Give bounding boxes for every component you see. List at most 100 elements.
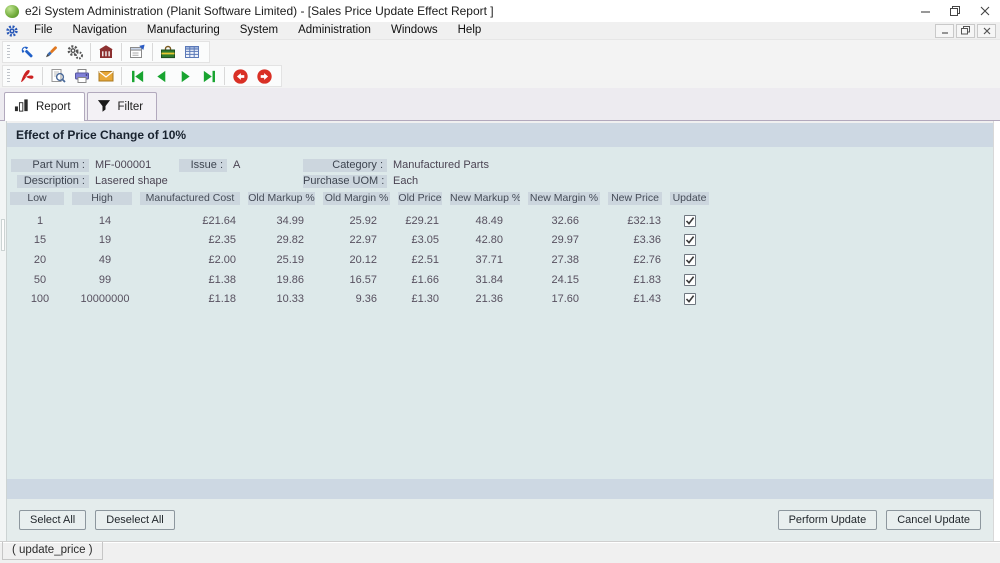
next-record-icon[interactable] <box>173 66 197 86</box>
cell-new-price: £1.43 <box>607 293 669 305</box>
gear-icon[interactable] <box>0 24 24 38</box>
report-title: Effect of Price Change of 10% <box>7 123 993 147</box>
perform-update-button[interactable]: Perform Update <box>778 510 878 530</box>
menu-bar: File Navigation Manufacturing System Adm… <box>0 22 1000 40</box>
toolbar-gripper[interactable] <box>7 69 10 84</box>
menu-administration[interactable]: Administration <box>288 22 381 39</box>
cell-low: 50 <box>9 274 71 286</box>
email-icon[interactable] <box>94 66 118 86</box>
cell-manufactured-cost: £2.00 <box>139 254 247 266</box>
toolbar-gripper[interactable] <box>7 45 10 60</box>
cell-new-margin: 27.38 <box>527 254 607 266</box>
update-checkbox[interactable] <box>684 215 696 227</box>
splitter-grip[interactable] <box>1 219 5 251</box>
close-button[interactable] <box>970 0 1000 22</box>
menu-manufacturing[interactable]: Manufacturing <box>137 22 230 39</box>
cell-old-margin: 16.57 <box>322 274 397 286</box>
back-icon[interactable] <box>228 66 252 86</box>
funnel-icon <box>96 98 112 116</box>
column-header-new-margin: New Margin % <box>528 192 600 205</box>
window-controls <box>910 0 1000 22</box>
bar-chart-icon <box>13 98 30 116</box>
field-value-description: Lasered shape <box>95 175 168 188</box>
first-record-icon[interactable] <box>125 66 149 86</box>
cancel-update-button[interactable]: Cancel Update <box>886 510 981 530</box>
pdf-export-icon[interactable] <box>15 66 39 86</box>
toolbar-separator <box>121 67 122 85</box>
table-header-row: Low High Manufactured Cost Old Markup % … <box>9 192 713 205</box>
menu-windows[interactable]: Windows <box>381 22 448 39</box>
field-value-category: Manufactured Parts <box>393 159 489 172</box>
select-all-button[interactable]: Select All <box>19 510 86 530</box>
cell-old-margin: 25.92 <box>322 215 397 227</box>
column-header-old-margin: Old Margin % <box>323 192 390 205</box>
update-checkbox[interactable] <box>684 293 696 305</box>
cell-old-markup: 25.19 <box>247 254 322 266</box>
toolbox-icon[interactable] <box>156 42 180 62</box>
right-gutter <box>993 121 1000 541</box>
cell-low: 1 <box>9 215 71 227</box>
tab-report[interactable]: Report <box>4 92 85 120</box>
mdi-restore-button[interactable] <box>956 24 975 38</box>
mdi-minimize-button[interactable] <box>935 24 954 38</box>
deselect-all-button[interactable]: Deselect All <box>95 510 174 530</box>
cell-update <box>669 274 711 286</box>
form-arrow-icon[interactable] <box>125 42 149 62</box>
column-header-low: Low <box>10 192 64 205</box>
minimize-button[interactable] <box>910 0 940 22</box>
table-grid-icon[interactable] <box>180 42 204 62</box>
menu-file[interactable]: File <box>24 22 63 39</box>
table-row: 100 10000000 £1.18 10.33 9.36 £1.30 21.3… <box>9 289 713 309</box>
field-value-part-num: MF-000001 <box>95 159 151 172</box>
table-row: 20 49 £2.00 25.19 20.12 £2.51 37.71 27.3… <box>9 250 713 270</box>
cell-new-markup: 31.84 <box>449 274 527 286</box>
content-area: Effect of Price Change of 10% Part Num :… <box>0 121 1000 541</box>
toolbar-separator <box>90 43 91 61</box>
gears-icon[interactable] <box>63 42 87 62</box>
last-record-icon[interactable] <box>197 66 221 86</box>
previous-record-icon[interactable] <box>149 66 173 86</box>
cell-old-price: £29.21 <box>397 215 449 227</box>
cell-new-price: £1.83 <box>607 274 669 286</box>
menu-navigation[interactable]: Navigation <box>63 22 137 39</box>
cell-new-markup: 42.80 <box>449 234 527 246</box>
status-bar: ( update_price ) <box>0 541 1000 563</box>
cell-update <box>669 215 711 227</box>
cell-low: 20 <box>9 254 71 266</box>
price-break-table: Low High Manufactured Cost Old Markup % … <box>9 192 713 309</box>
mdi-close-button[interactable] <box>977 24 996 38</box>
cell-new-margin: 24.15 <box>527 274 607 286</box>
cell-old-price: £1.30 <box>397 293 449 305</box>
column-header-old-price: Old Price <box>398 192 442 205</box>
cell-old-markup: 19.86 <box>247 274 322 286</box>
field-label-issue: Issue : <box>179 159 227 172</box>
restore-button[interactable] <box>940 0 970 22</box>
factory-icon[interactable] <box>94 42 118 62</box>
cell-manufactured-cost: £1.38 <box>139 274 247 286</box>
print-preview-icon[interactable] <box>46 66 70 86</box>
column-header-update: Update <box>670 192 709 205</box>
forward-icon[interactable] <box>252 66 276 86</box>
toolbar-report <box>0 64 1000 88</box>
menu-help[interactable]: Help <box>448 22 492 39</box>
field-label-description: Description : <box>17 175 89 188</box>
column-header-new-price: New Price <box>608 192 662 205</box>
table-row: 1 14 £21.64 34.99 25.92 £29.21 48.49 32.… <box>9 211 713 231</box>
window-title: e2i System Administration (Planit Softwa… <box>25 4 494 18</box>
cell-old-markup: 10.33 <box>247 293 322 305</box>
app-window: e2i System Administration (Planit Softwa… <box>0 0 1000 563</box>
update-checkbox[interactable] <box>684 254 696 266</box>
splitter-handle[interactable] <box>0 121 7 541</box>
cell-manufactured-cost: £1.18 <box>139 293 247 305</box>
menu-system[interactable]: System <box>230 22 288 39</box>
cell-new-markup: 48.49 <box>449 215 527 227</box>
update-checkbox[interactable] <box>684 234 696 246</box>
wrench-icon[interactable] <box>15 42 39 62</box>
print-icon[interactable] <box>70 66 94 86</box>
update-checkbox[interactable] <box>684 274 696 286</box>
tab-filter[interactable]: Filter <box>87 92 158 120</box>
cell-manufactured-cost: £2.35 <box>139 234 247 246</box>
cell-new-price: £3.36 <box>607 234 669 246</box>
cell-new-price: £32.13 <box>607 215 669 227</box>
pen-icon[interactable] <box>39 42 63 62</box>
